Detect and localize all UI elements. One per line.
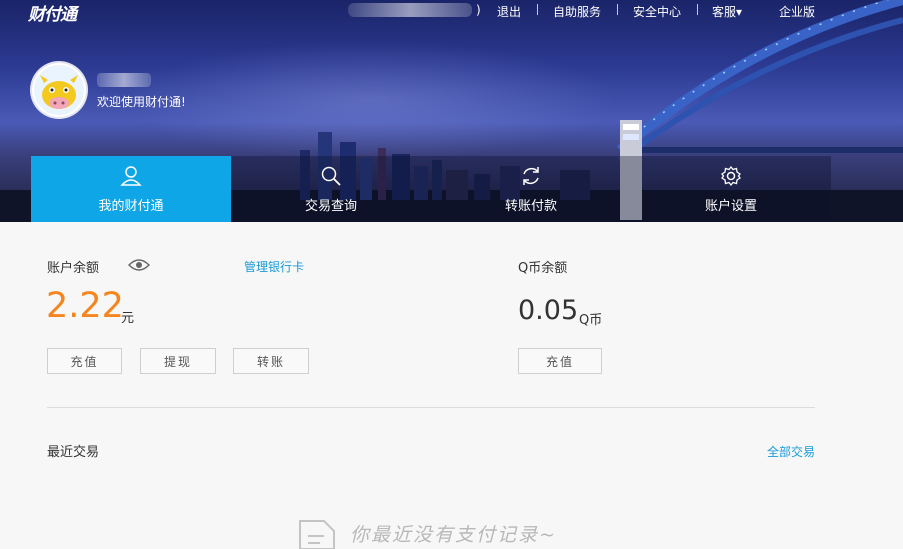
qcoin-balance-label: Q币余额	[518, 261, 568, 276]
main-content: 账户余额 管理银行卡 2.22 元 充值 提现 转账 Q币余额 0.05 Q币 …	[0, 222, 903, 549]
withdraw-button[interactable]: 提现	[140, 348, 216, 374]
gear-icon	[721, 165, 741, 187]
transfer-button[interactable]: 转账	[233, 348, 309, 374]
nav-divider	[617, 4, 618, 15]
tab-account-settings[interactable]: 账户设置	[631, 156, 831, 222]
blurred-nickname	[97, 73, 151, 87]
tenpay-logo[interactable]: 财付通	[28, 0, 77, 25]
account-balance-label: 账户余额	[47, 261, 100, 276]
welcome-text: 欢迎使用财付通!	[97, 95, 186, 109]
recent-transactions-title: 最近交易	[47, 445, 100, 460]
qcoin-balance-value: 0.05	[518, 295, 579, 326]
nav-divider	[697, 4, 698, 15]
tab-label: 转账付款	[504, 199, 557, 214]
empty-state-message: 你最近没有支付记录~	[350, 524, 557, 546]
tab-transfer-payment[interactable]: 转账付款	[431, 156, 631, 222]
tab-label: 账户设置	[704, 199, 757, 214]
refresh-icon	[523, 167, 539, 185]
all-transactions-link[interactable]: 全部交易	[767, 443, 815, 460]
manage-bank-cards-link[interactable]: 管理银行卡	[244, 258, 304, 275]
section-divider	[47, 407, 815, 408]
nav-divider	[537, 4, 538, 15]
qcoin-recharge-button[interactable]: 充值	[518, 348, 602, 374]
recharge-button[interactable]: 充值	[47, 348, 122, 374]
self-service-link[interactable]: 自助服务	[553, 3, 601, 20]
tab-label: 交易查询	[304, 199, 357, 214]
tab-my-tenpay[interactable]: 我的财付通	[31, 156, 231, 222]
top-nav-bar: 财付通 ) 退出 自助服务 安全中心 客服▾ 企业版	[0, 0, 903, 26]
account-balance-value: 2.22	[46, 286, 124, 326]
balance-unit: 元	[121, 311, 135, 326]
security-center-link[interactable]: 安全中心	[633, 3, 681, 20]
search-icon	[321, 166, 341, 186]
qcoin-unit: Q币	[579, 313, 603, 328]
tab-transaction-query[interactable]: 交易查询	[231, 156, 431, 222]
customer-service-dropdown[interactable]: 客服▾	[712, 3, 742, 20]
cow-avatar-icon	[34, 65, 84, 115]
nav-paren: )	[476, 3, 481, 17]
enterprise-link[interactable]: 企业版	[779, 3, 815, 20]
document-icon	[299, 520, 335, 549]
eye-icon[interactable]	[128, 258, 150, 272]
tab-label: 我的财付通	[98, 199, 164, 214]
avatar[interactable]	[32, 63, 86, 117]
user-icon	[120, 166, 142, 186]
blurred-username	[348, 3, 472, 17]
logout-link[interactable]: 退出	[497, 3, 521, 20]
header-banner: 财付通 ) 退出 自助服务 安全中心 客服▾ 企业版 欢迎使用财付通! 我的财付…	[0, 0, 903, 222]
main-tabs: 我的财付通 交易查询 转账付款 账户设置	[31, 156, 831, 222]
